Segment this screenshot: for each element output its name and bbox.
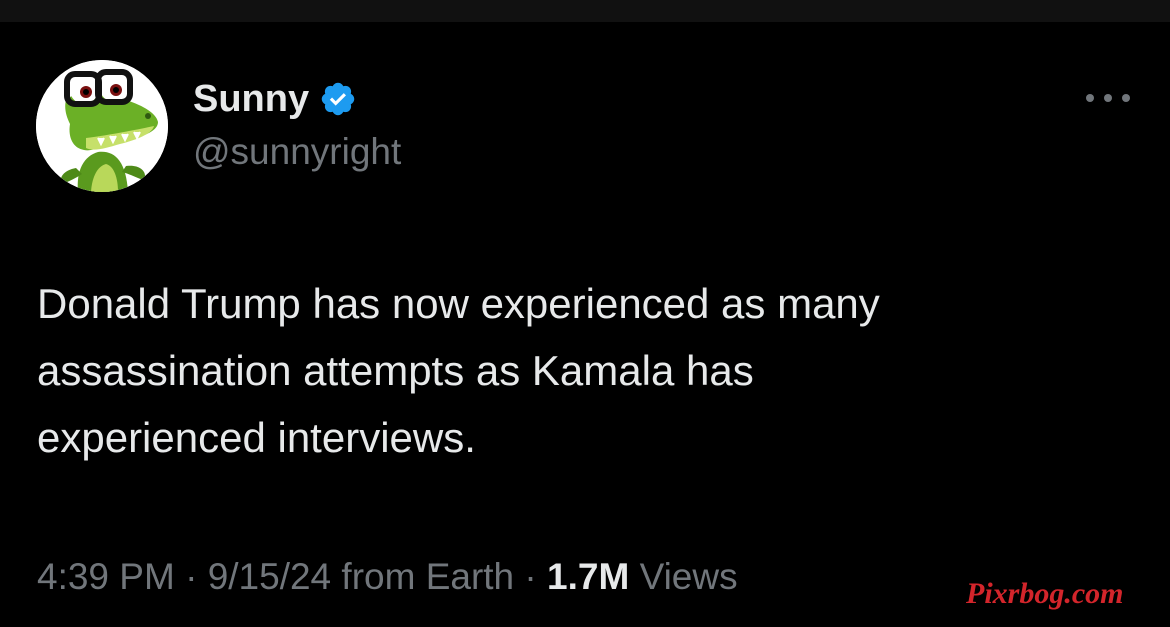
verified-badge-icon[interactable] bbox=[319, 80, 357, 118]
tweet-text: Donald Trump has now experienced as many… bbox=[37, 270, 1127, 471]
watermark: Pixrbog.com bbox=[966, 577, 1124, 610]
tweet-date[interactable]: 9/15/24 bbox=[208, 556, 331, 597]
top-status-strip bbox=[0, 0, 1170, 22]
more-dot-icon bbox=[1122, 94, 1130, 102]
display-name[interactable]: Sunny bbox=[193, 76, 357, 122]
more-dot-icon bbox=[1086, 94, 1094, 102]
more-dot-icon bbox=[1104, 94, 1112, 102]
user-handle[interactable]: @sunnyright bbox=[193, 130, 401, 174]
meta-separator: · bbox=[524, 556, 537, 597]
display-name-text: Sunny bbox=[193, 78, 310, 120]
more-options-button[interactable] bbox=[1086, 86, 1130, 110]
views-count[interactable]: 1.7M bbox=[547, 556, 629, 597]
crocodile-avatar-icon bbox=[36, 60, 168, 192]
tweet-text-line: experienced interviews. bbox=[37, 414, 476, 461]
tweet-metadata: 4:39 PM · 9/15/24 from Earth · 1.7M View… bbox=[37, 552, 738, 602]
tweet-text-line: assassination attempts as Kamala has bbox=[37, 347, 754, 394]
meta-separator: · bbox=[185, 556, 198, 597]
tweet-text-line: Donald Trump has now experienced as many bbox=[37, 280, 880, 327]
tweet-source: from Earth bbox=[341, 556, 515, 597]
avatar[interactable] bbox=[36, 60, 168, 192]
tweet-time[interactable]: 4:39 PM bbox=[37, 556, 175, 597]
views-label[interactable]: Views bbox=[640, 556, 738, 597]
